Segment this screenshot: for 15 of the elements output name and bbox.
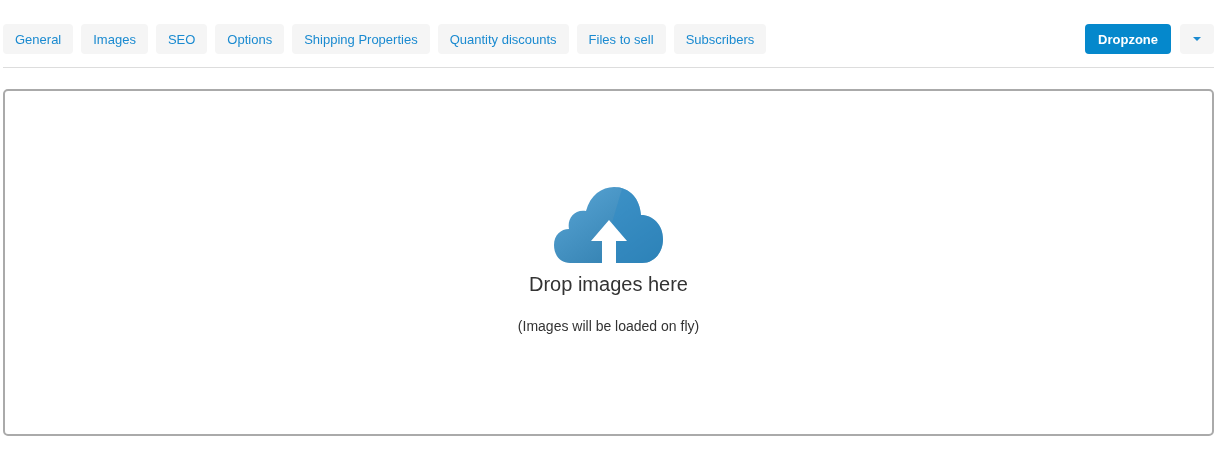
drop-title: Drop images here bbox=[529, 273, 688, 296]
dropzone-button[interactable]: Dropzone bbox=[1085, 24, 1171, 54]
tab[interactable]: Options bbox=[215, 24, 285, 54]
tab[interactable]: SEO bbox=[155, 24, 208, 54]
tab[interactable]: Quantity discounts bbox=[437, 24, 569, 54]
tab[interactable]: Files to sell bbox=[576, 24, 666, 54]
drop-hint: (Images will be loaded on fly) bbox=[517, 318, 700, 334]
drop-area[interactable]: Drop images here (Images will be loaded on fly) bbox=[3, 89, 1214, 436]
caret-icon bbox=[1193, 37, 1201, 41]
tab[interactable]: General bbox=[3, 24, 74, 54]
tab[interactable]: Shipping Properties bbox=[292, 24, 430, 54]
cloud-upload-icon bbox=[553, 187, 664, 263]
tab[interactable]: Images bbox=[81, 24, 148, 54]
tab[interactable]: Subscribers bbox=[673, 24, 767, 54]
dropdown-button[interactable] bbox=[1180, 24, 1214, 54]
